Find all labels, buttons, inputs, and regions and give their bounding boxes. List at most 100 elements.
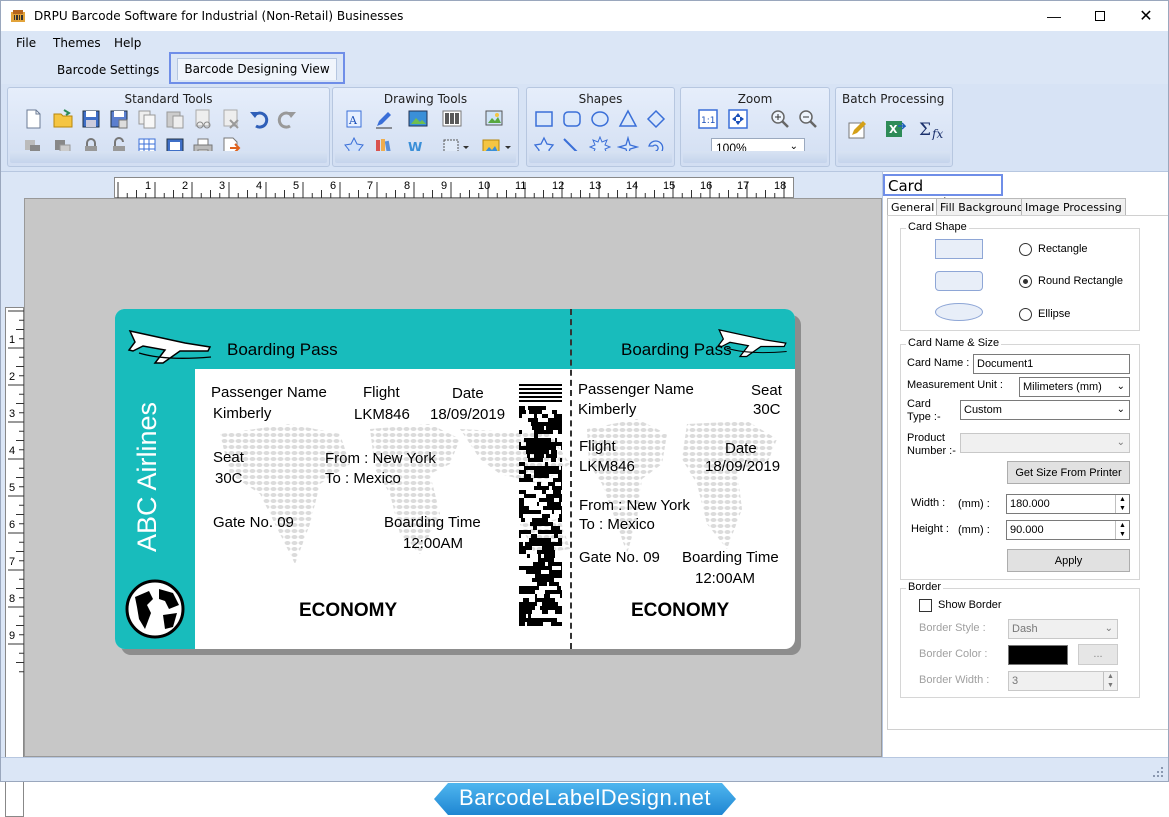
save-icon[interactable] [80,108,102,130]
barcode-bar [555,574,562,578]
measurement-unit-select[interactable]: Milimeters (mm) ⌄ [1019,377,1130,397]
undo-icon[interactable] [248,108,270,130]
height-input[interactable]: 90.000 ▲ ▼ [1006,520,1130,540]
barcode-bar [519,384,562,386]
border-color-picker-button[interactable]: ... [1078,644,1118,665]
barcode-bar [540,450,549,454]
barcode-bar [554,502,556,506]
barcode-bar [544,578,552,582]
barcode-bar [523,598,529,602]
cut-icon[interactable] [192,108,214,130]
ruler-label: 4 [256,180,263,192]
minimize-button[interactable]: — [1031,1,1077,31]
border-color-swatch[interactable] [1008,645,1068,665]
open-icon[interactable] [52,108,74,130]
maximize-button[interactable] [1077,1,1123,31]
rectangle-shape-icon[interactable] [533,108,555,130]
border-width-spinner[interactable]: ▲ ▼ [1103,672,1117,690]
picture-frame-icon[interactable] [483,108,505,130]
actual-size-icon[interactable]: 1:1 [697,108,719,130]
barcode-bar [534,474,543,478]
border-style-select[interactable]: Dash ⌄ [1008,619,1118,639]
tab-fill-background[interactable]: Fill Background [936,198,1028,215]
card-name-input[interactable]: Document1 [973,354,1130,374]
window-title: DRPU Barcode Software for Industrial (No… [34,9,404,23]
text-tool-icon[interactable]: A [343,108,365,130]
minimize-icon: — [1047,8,1061,24]
barcode-bar [519,430,522,434]
boarding-pass-card[interactable]: Boarding Pass ABC Airlines Passenger Nam… [115,309,795,649]
new-icon[interactable] [22,108,44,130]
paste-icon[interactable] [164,108,186,130]
width-spinner[interactable]: ▲ ▼ [1115,495,1129,513]
menu-themes[interactable]: Themes [53,36,101,50]
barcode-bar [526,450,534,454]
resize-grip-icon[interactable] [1152,766,1164,778]
border-width-input[interactable]: 3 ▲ ▼ [1008,671,1118,691]
barcode-bar [558,570,562,574]
diamond-shape-icon[interactable] [645,108,667,130]
menu-help[interactable]: Help [114,36,141,50]
barcode-bar [529,538,531,542]
width-input[interactable]: 180.000 ▲ ▼ [1006,494,1130,514]
close-button[interactable]: ✕ [1123,1,1169,31]
barcode-bar [527,586,531,590]
menu-file[interactable]: File [16,36,36,50]
barcode-bar [560,622,562,626]
batch-edit-icon[interactable] [846,118,868,140]
card-properties-title: Card Properties [883,174,1003,213]
barcode-bar [546,538,551,542]
height-spinner[interactable]: ▲ ▼ [1115,521,1129,539]
triangle-shape-icon[interactable] [617,108,639,130]
product-number-select[interactable]: ⌄ [960,433,1130,453]
card-type-select[interactable]: Custom ⌄ [960,400,1130,420]
ellipse-radio[interactable] [1019,308,1032,321]
show-border-checkbox[interactable] [919,599,932,612]
zoom-in-icon[interactable] [769,108,791,130]
zoom-out-icon[interactable] [797,108,819,130]
round-rectangle-shape-icon[interactable] [561,108,583,130]
image-icon[interactable] [407,108,429,130]
barcode-bar [536,522,543,526]
ruler-label: 5 [9,482,16,494]
redo-icon[interactable] [276,108,298,130]
barcode-bar [544,602,553,606]
barcode-bar [538,442,541,446]
fit-to-window-icon[interactable] [727,108,749,130]
barcode-bar [519,618,527,622]
tab-barcode-settings[interactable]: Barcode Settings [57,63,159,77]
card-name-size-group: Card Name & Size Card Name : Document1 M… [900,337,1140,580]
copy-icon[interactable] [136,108,158,130]
delete-icon[interactable] [220,108,242,130]
card-properties-panel: Card Properties General Fill Background … [882,172,1169,757]
barcode-bar [542,490,546,494]
watermark-banner: BarcodeLabelDesign.net [434,782,736,816]
status-bar [1,757,1168,781]
barcode-bar [551,622,560,626]
barcode-bar [519,400,562,402]
round-rectangle-radio[interactable] [1019,275,1032,288]
barcode-bar [546,454,549,458]
ellipse-shape-icon[interactable] [589,108,611,130]
tab-general[interactable]: General [887,198,939,216]
barcode-bar [537,482,541,486]
barcode-bar [542,430,549,434]
drawing-tools-group: Drawing Tools A W [332,87,519,167]
pencil-icon[interactable] [373,108,395,130]
barcode-bar [544,594,550,598]
excel-import-icon[interactable]: X [884,118,906,140]
formula-icon[interactable]: Σfx [918,118,948,140]
barcode-bar [538,622,543,626]
barcode-bar [539,486,549,490]
rectangle-radio[interactable] [1019,243,1032,256]
tab-barcode-designing-view[interactable]: Barcode Designing View [169,52,345,84]
barcode-bar [519,590,525,594]
tab-image-processing[interactable]: Image Processing [1021,198,1126,215]
barcode-icon[interactable] [441,108,463,130]
barcode-bar [549,550,555,554]
get-size-from-printer-button[interactable]: Get Size From Printer [1007,461,1130,484]
barcode-bar [538,554,541,558]
apply-button[interactable]: Apply [1007,549,1130,572]
save-as-icon[interactable] [108,108,130,130]
barcode-bar [531,534,537,538]
